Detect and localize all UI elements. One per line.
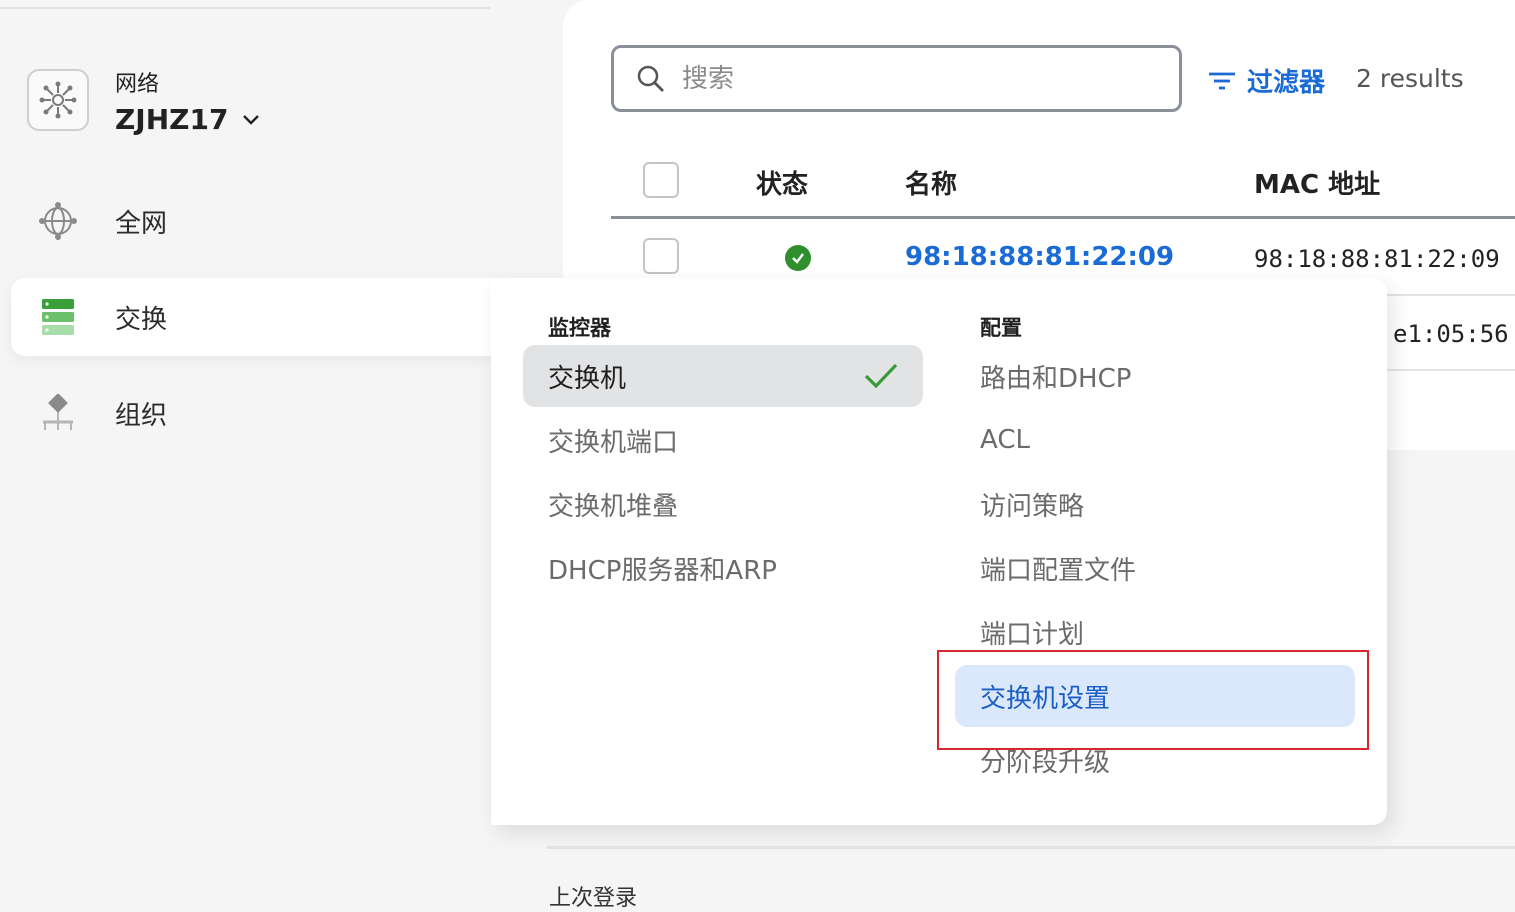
menu-item-routing-dhcp[interactable]: 路由和DHCP: [955, 345, 1355, 407]
menu-item-port-profiles[interactable]: 端口配置文件: [955, 537, 1355, 599]
header-name[interactable]: 名称: [905, 164, 957, 201]
network-name: ZJHZ17: [115, 103, 229, 136]
menu-item-switch-ports[interactable]: 交换机端口: [523, 409, 923, 471]
menu-item-label: 交换机: [548, 363, 627, 394]
switch-stack-icon: [37, 296, 79, 338]
config-section-title: 配置: [980, 316, 1022, 340]
menu-item-dhcp-servers-arp[interactable]: DHCP服务器和ARP: [523, 537, 923, 599]
mac-address: 98:18:88:81:22:09: [1254, 245, 1500, 273]
menu-item-port-schedules[interactable]: 端口计划: [955, 601, 1355, 663]
menu-item-label: 访问策略: [980, 491, 1085, 522]
last-login-label: 上次登录: [549, 886, 638, 911]
menu-item-label: 交换机设置: [980, 683, 1111, 714]
menu-item-label: 交换机堆叠: [548, 491, 679, 522]
status-ok-icon: [785, 245, 811, 271]
menu-item-access-policies[interactable]: 访问策略: [955, 473, 1355, 535]
search-box[interactable]: [611, 45, 1182, 112]
header-status[interactable]: 状态: [756, 164, 808, 201]
sidebar-item-organization[interactable]: 组织: [11, 374, 501, 452]
table-header: 状态 名称 MAC 地址: [611, 144, 1515, 218]
bottom-divider: [547, 846, 1515, 849]
sidebar-item-switching[interactable]: 交换: [11, 278, 501, 356]
row-checkbox[interactable]: [643, 238, 679, 274]
header-mac[interactable]: MAC 地址: [1254, 164, 1380, 201]
checkmark-icon: [864, 363, 898, 389]
menu-item-acl[interactable]: ACL: [955, 409, 1355, 471]
menu-item-switch-settings[interactable]: 交换机设置: [955, 665, 1355, 727]
menu-item-label: 分阶段升级: [980, 747, 1111, 778]
menu-item-label: 交换机端口: [548, 427, 679, 458]
menu-item-staged-upgrades[interactable]: 分阶段升级: [955, 729, 1355, 791]
globe-icon: [37, 200, 79, 242]
filter-button[interactable]: 过滤器: [1207, 62, 1325, 99]
menu-item-label: 端口配置文件: [980, 555, 1137, 586]
filter-label: 过滤器: [1247, 68, 1326, 98]
network-selector[interactable]: ZJHZ17: [115, 103, 260, 136]
search-icon: [637, 65, 664, 92]
top-divider: [0, 7, 490, 9]
network-label: 网络: [115, 72, 160, 97]
network-icon: [27, 69, 89, 131]
menu-item-label: ACL: [980, 425, 1030, 455]
sidebar-item-network-wide[interactable]: 全网: [11, 182, 501, 260]
mac-address: e1:05:56: [1393, 320, 1509, 348]
organization-icon: [37, 392, 79, 434]
switch-name-link[interactable]: 98:18:88:81:22:09: [905, 242, 1174, 272]
sidebar-item-label: 交换: [115, 304, 168, 335]
menu-item-label: 路由和DHCP: [980, 363, 1132, 394]
header-divider: [611, 216, 1515, 219]
menu-item-switch-stacks[interactable]: 交换机堆叠: [523, 473, 923, 535]
switching-menu: 监控器 交换机 交换机端口 交换机堆叠 DHCP服务器和ARP 配置 路由和DH…: [491, 278, 1387, 825]
menu-item-switches[interactable]: 交换机: [523, 345, 923, 407]
select-all-checkbox[interactable]: [643, 162, 679, 198]
menu-item-label: 端口计划: [980, 619, 1085, 650]
search-input[interactable]: [680, 62, 1144, 95]
chevron-down-icon: [243, 114, 260, 125]
filter-icon: [1209, 72, 1235, 89]
monitor-section-title: 监控器: [548, 316, 611, 340]
menu-item-label: DHCP服务器和ARP: [548, 555, 777, 586]
sidebar-item-label: 组织: [115, 400, 168, 431]
sidebar-item-label: 全网: [115, 208, 168, 239]
results-count: 2 results: [1356, 64, 1464, 93]
